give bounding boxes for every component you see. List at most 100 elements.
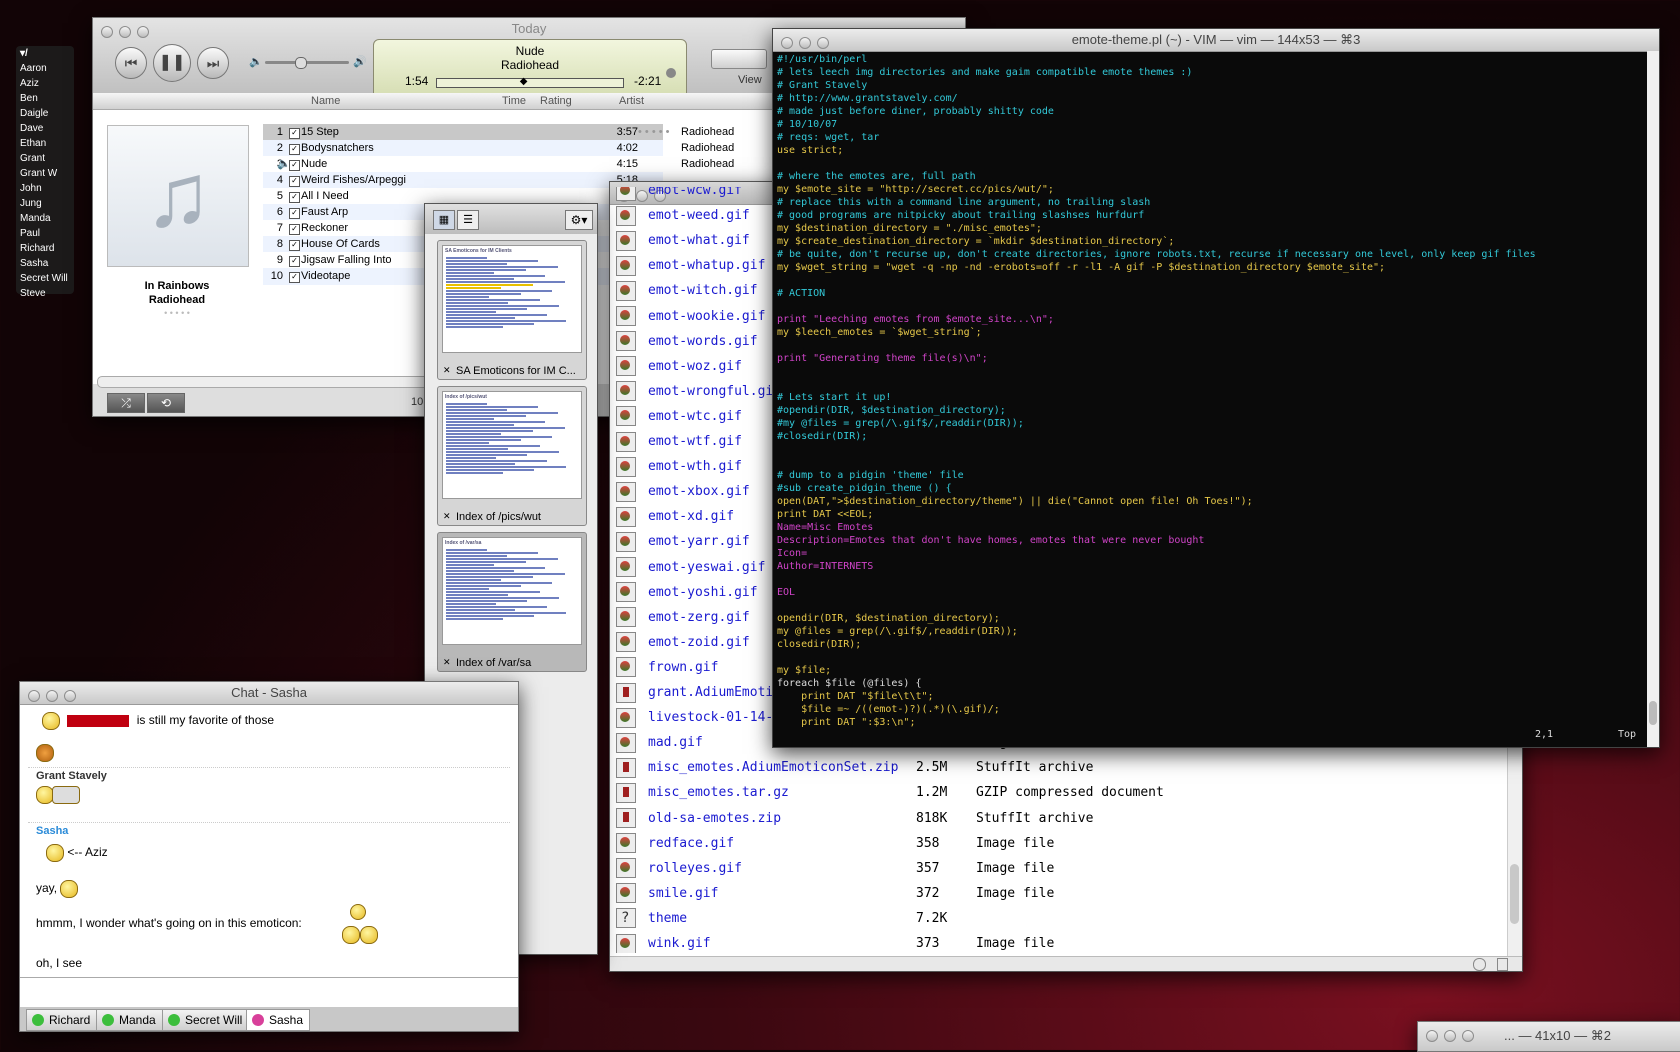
close-button[interactable] <box>781 37 793 49</box>
zoom-button[interactable] <box>817 37 829 49</box>
progress-knob[interactable]: ◆ <box>520 77 528 87</box>
file-link[interactable]: emot-wookie.gif <box>648 309 765 324</box>
minimize-button[interactable] <box>799 37 811 49</box>
grid-view-icon[interactable]: ▦ <box>433 210 455 230</box>
file-link[interactable]: emot-zerg.gif <box>648 610 750 625</box>
buddy-item[interactable]: Steve <box>16 286 74 301</box>
file-link[interactable]: emot-zoid.gif <box>648 635 750 650</box>
shuffle-button[interactable]: ⤮ <box>107 393 145 413</box>
file-link[interactable]: emot-weed.gif <box>648 208 750 223</box>
next-button[interactable]: ⏭ <box>197 47 229 79</box>
track-row[interactable]: 2 Bodysnatchers 4:02 Radiohead ✓ <box>263 140 734 157</box>
buddy-item[interactable]: Sasha <box>16 256 74 271</box>
file-link[interactable]: emot-wtf.gif <box>648 434 742 449</box>
gear-icon[interactable]: ⚙▾ <box>565 210 593 230</box>
file-link[interactable]: mad.gif <box>648 735 703 750</box>
chat-tab[interactable]: Sasha <box>246 1009 311 1031</box>
track-checkbox[interactable]: ✓ <box>289 128 300 139</box>
column-time[interactable]: Time <box>502 93 526 109</box>
chat-tab[interactable]: Manda <box>96 1009 163 1031</box>
chat-tab[interactable]: Secret Will <box>162 1009 250 1031</box>
list-view-icon[interactable]: ☰ <box>457 210 479 230</box>
file-link[interactable]: frown.gif <box>648 660 718 675</box>
chat-tab[interactable]: Richard <box>26 1009 98 1031</box>
scrollbar-thumb[interactable] <box>1510 864 1519 924</box>
minimize-button[interactable] <box>46 690 58 702</box>
file-link[interactable]: emot-woz.gif <box>648 359 742 374</box>
track-row[interactable]: 1 15 Step 3:57 • • • • • Radiohead ✓ <box>263 124 734 141</box>
buddy-item[interactable]: Grant <box>16 151 74 166</box>
track-row[interactable]: 3 Nude 4:15 Radiohead ✓ 🔈 <box>263 156 734 173</box>
buddy-item[interactable]: Aaron <box>16 61 74 76</box>
track-checkbox[interactable]: ✓ <box>289 272 300 283</box>
file-link[interactable]: emot-whatup.gif <box>648 258 765 273</box>
volume-slider[interactable] <box>265 57 349 69</box>
browser-tab[interactable]: SA Emoticons for IM Clients ✕ SA Emoticons… <box>437 240 587 380</box>
column-artist[interactable]: Artist <box>619 93 644 109</box>
file-link[interactable]: emot-wrongful.gif <box>648 384 781 399</box>
buddy-item[interactable]: John <box>16 181 74 196</box>
file-link[interactable]: misc_emotes.tar.gz <box>648 785 789 800</box>
track-checkbox[interactable]: ✓ <box>289 176 300 187</box>
buddy-item[interactable]: Daigle <box>16 106 74 121</box>
file-link[interactable]: emot-wcw.gif <box>648 187 742 198</box>
track-checkbox[interactable]: ✓ <box>289 256 300 267</box>
buddy-item[interactable]: Richard <box>16 241 74 256</box>
file-link[interactable]: rolleyes.gif <box>648 861 742 876</box>
close-button[interactable] <box>28 690 40 702</box>
track-checkbox[interactable]: ✓ <box>289 192 300 203</box>
track-row[interactable]: 4 Weird Fishes/Arpeggi 5:18 ✓ <box>263 172 663 189</box>
close-button[interactable] <box>1426 1030 1438 1042</box>
album-rating[interactable]: • • • • • <box>107 308 247 318</box>
browser-tab[interactable]: Index of /pics/wut ✕ Index of /pics/wut <box>437 386 587 526</box>
file-link[interactable]: emot-xd.gif <box>648 509 734 524</box>
track-checkbox[interactable]: ✓ <box>289 240 300 251</box>
close-tab-icon[interactable]: ✕ <box>443 511 451 522</box>
track-checkbox[interactable]: ✓ <box>289 144 300 155</box>
previous-button[interactable]: ⏮ <box>115 47 147 79</box>
column-rating[interactable]: Rating <box>540 93 572 109</box>
file-link[interactable]: redface.gif <box>648 836 734 851</box>
buddy-group-header[interactable]: ▾/ <box>16 46 74 61</box>
file-link[interactable]: theme <box>648 911 687 926</box>
volume-knob[interactable] <box>295 57 307 69</box>
zoom-button[interactable] <box>64 690 76 702</box>
buddy-item[interactable]: Aziz <box>16 76 74 91</box>
file-link[interactable]: old-sa-emotes.zip <box>648 811 781 826</box>
minimize-button[interactable] <box>1444 1030 1456 1042</box>
snapback-icon[interactable] <box>666 68 676 78</box>
file-link[interactable]: emot-xbox.gif <box>648 484 750 499</box>
vim-buffer[interactable]: #!/usr/bin/perl # lets leech img director… <box>777 53 1536 729</box>
buddy-item[interactable]: Dave <box>16 121 74 136</box>
browser-tab[interactable]: Index of /var/sa ✕ Index of /var/sa <box>437 532 587 672</box>
close-tab-icon[interactable]: ✕ <box>443 365 451 376</box>
repeat-button[interactable]: ⟲ <box>147 393 185 413</box>
file-link[interactable]: emot-yoshi.gif <box>648 585 758 600</box>
close-tab-icon[interactable]: ✕ <box>443 657 451 668</box>
buddy-item[interactable]: Grant W <box>16 166 74 181</box>
vertical-scrollbar[interactable] <box>1647 51 1659 747</box>
file-link[interactable]: emot-yarr.gif <box>648 534 750 549</box>
message-input[interactable] <box>20 977 518 1006</box>
progress-bar[interactable]: ◆ <box>436 77 624 88</box>
buddy-item[interactable]: Paul <box>16 226 74 241</box>
track-checkbox[interactable]: ✓ <box>289 208 300 219</box>
track-checkbox[interactable]: ✓ <box>289 224 300 235</box>
file-link[interactable]: emot-wtc.gif <box>648 409 742 424</box>
buddy-item[interactable]: Jung <box>16 196 74 211</box>
file-link[interactable]: emot-yeswai.gif <box>648 560 765 575</box>
view-toggle[interactable] <box>711 49 767 69</box>
buddy-item[interactable]: Secret Will <box>16 271 74 286</box>
file-link[interactable]: emot-words.gif <box>648 334 758 349</box>
buddy-item[interactable]: Ethan <box>16 136 74 151</box>
file-link[interactable]: smile.gif <box>648 886 718 901</box>
zoom-button[interactable] <box>1462 1030 1474 1042</box>
horizontal-scrollbar[interactable] <box>97 376 429 388</box>
scrollbar-thumb[interactable] <box>1649 701 1657 725</box>
file-link[interactable]: wink.gif <box>648 936 711 951</box>
buddy-item[interactable]: Manda <box>16 211 74 226</box>
file-link[interactable]: emot-witch.gif <box>648 283 758 298</box>
column-name[interactable]: Name <box>311 93 340 109</box>
file-link[interactable]: emot-wth.gif <box>648 459 742 474</box>
file-link[interactable]: misc_emotes.AdiumEmoticonSet.zip <box>648 760 898 775</box>
